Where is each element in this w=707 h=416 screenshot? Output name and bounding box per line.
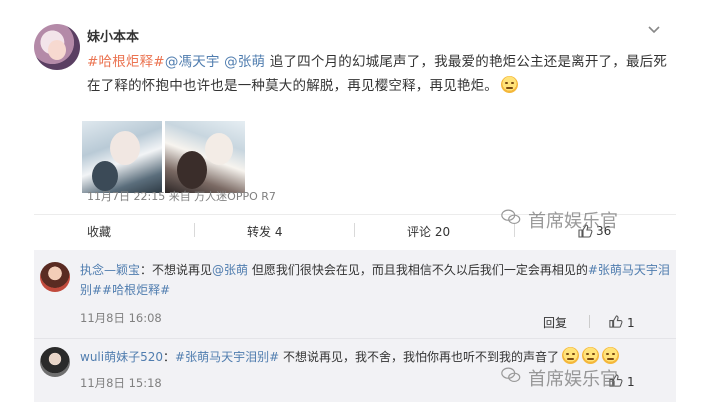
- sad-emoji-icon: [581, 347, 599, 364]
- comment-time: 11月8日 16:08: [80, 311, 162, 325]
- sad-emoji-icon: [561, 347, 579, 364]
- mention-link[interactable]: @张萌: [212, 263, 248, 277]
- collect-button[interactable]: 收藏: [87, 223, 111, 240]
- comment-time: 11月8日 15:18: [80, 376, 162, 390]
- like-count: 1: [627, 375, 635, 389]
- comment-body: 但愿我们很快会在见，而且我相信不久以后我们一定会再相见的: [248, 263, 588, 277]
- comment-text: 执念—颖宝：不想说再见@张萌 但愿我们很快会在见，而且我相信不久以后我们一定会再…: [80, 260, 670, 300]
- watermark-text: 首席娱乐官: [528, 368, 618, 390]
- comment-item: 执念—颖宝：不想说再见@张萌 但愿我们很快会在见，而且我相信不久以后我们一定会再…: [34, 250, 676, 335]
- commenter-name[interactable]: 执念—颖宝: [80, 263, 140, 277]
- comment-button[interactable]: 评论 20: [407, 223, 450, 240]
- repost-button[interactable]: 转发 4: [247, 223, 282, 240]
- post-image-2[interactable]: [165, 121, 245, 193]
- watermark: 首席娱乐官: [500, 206, 618, 233]
- colon: ：: [163, 350, 176, 364]
- commenter-avatar[interactable]: [40, 347, 70, 377]
- watermark-text: 首席娱乐官: [528, 210, 618, 232]
- commenter-avatar[interactable]: [40, 262, 70, 292]
- post-meta: 11月7日 22:15 来自 万人迷OPPO R7: [87, 190, 276, 203]
- comment-body: 不想说再见，我不舍，我怕你再也听不到我的声音了: [279, 350, 559, 364]
- reply-button[interactable]: 回复: [543, 314, 567, 331]
- hashtag-link[interactable]: #张萌马天宇泪别#: [175, 350, 279, 364]
- chevron-down-icon[interactable]: [646, 21, 662, 37]
- comment-body: ：不想说再见: [140, 263, 213, 277]
- comment-like-button[interactable]: 1: [608, 314, 635, 332]
- post-username[interactable]: 妹小本本: [87, 26, 139, 45]
- divider: [194, 223, 195, 237]
- post-text: #哈根炬释#@馮天宇 @张萌 追了四个月的幻城尾声了，我最爱的艳炬公主还是离开了…: [87, 50, 672, 98]
- mention-link[interactable]: @张萌: [224, 54, 265, 70]
- sad-emoji-icon: [501, 76, 518, 93]
- user-avatar[interactable]: [34, 24, 80, 70]
- sad-emoji-icon: [601, 347, 619, 364]
- thumbs-up-icon: [608, 314, 623, 332]
- hashtag-link[interactable]: #哈根炬释#: [87, 54, 165, 70]
- divider: [589, 315, 590, 328]
- wechat-watermark-icon: [500, 364, 522, 391]
- like-count: 1: [627, 316, 635, 330]
- wechat-watermark-icon: [500, 206, 522, 233]
- divider: [354, 223, 355, 237]
- commenter-name[interactable]: wuli萌妹子520: [80, 350, 163, 364]
- mention-link[interactable]: @馮天宇: [165, 54, 220, 70]
- post-image-1[interactable]: [82, 121, 162, 193]
- watermark: 首席娱乐官: [500, 364, 618, 391]
